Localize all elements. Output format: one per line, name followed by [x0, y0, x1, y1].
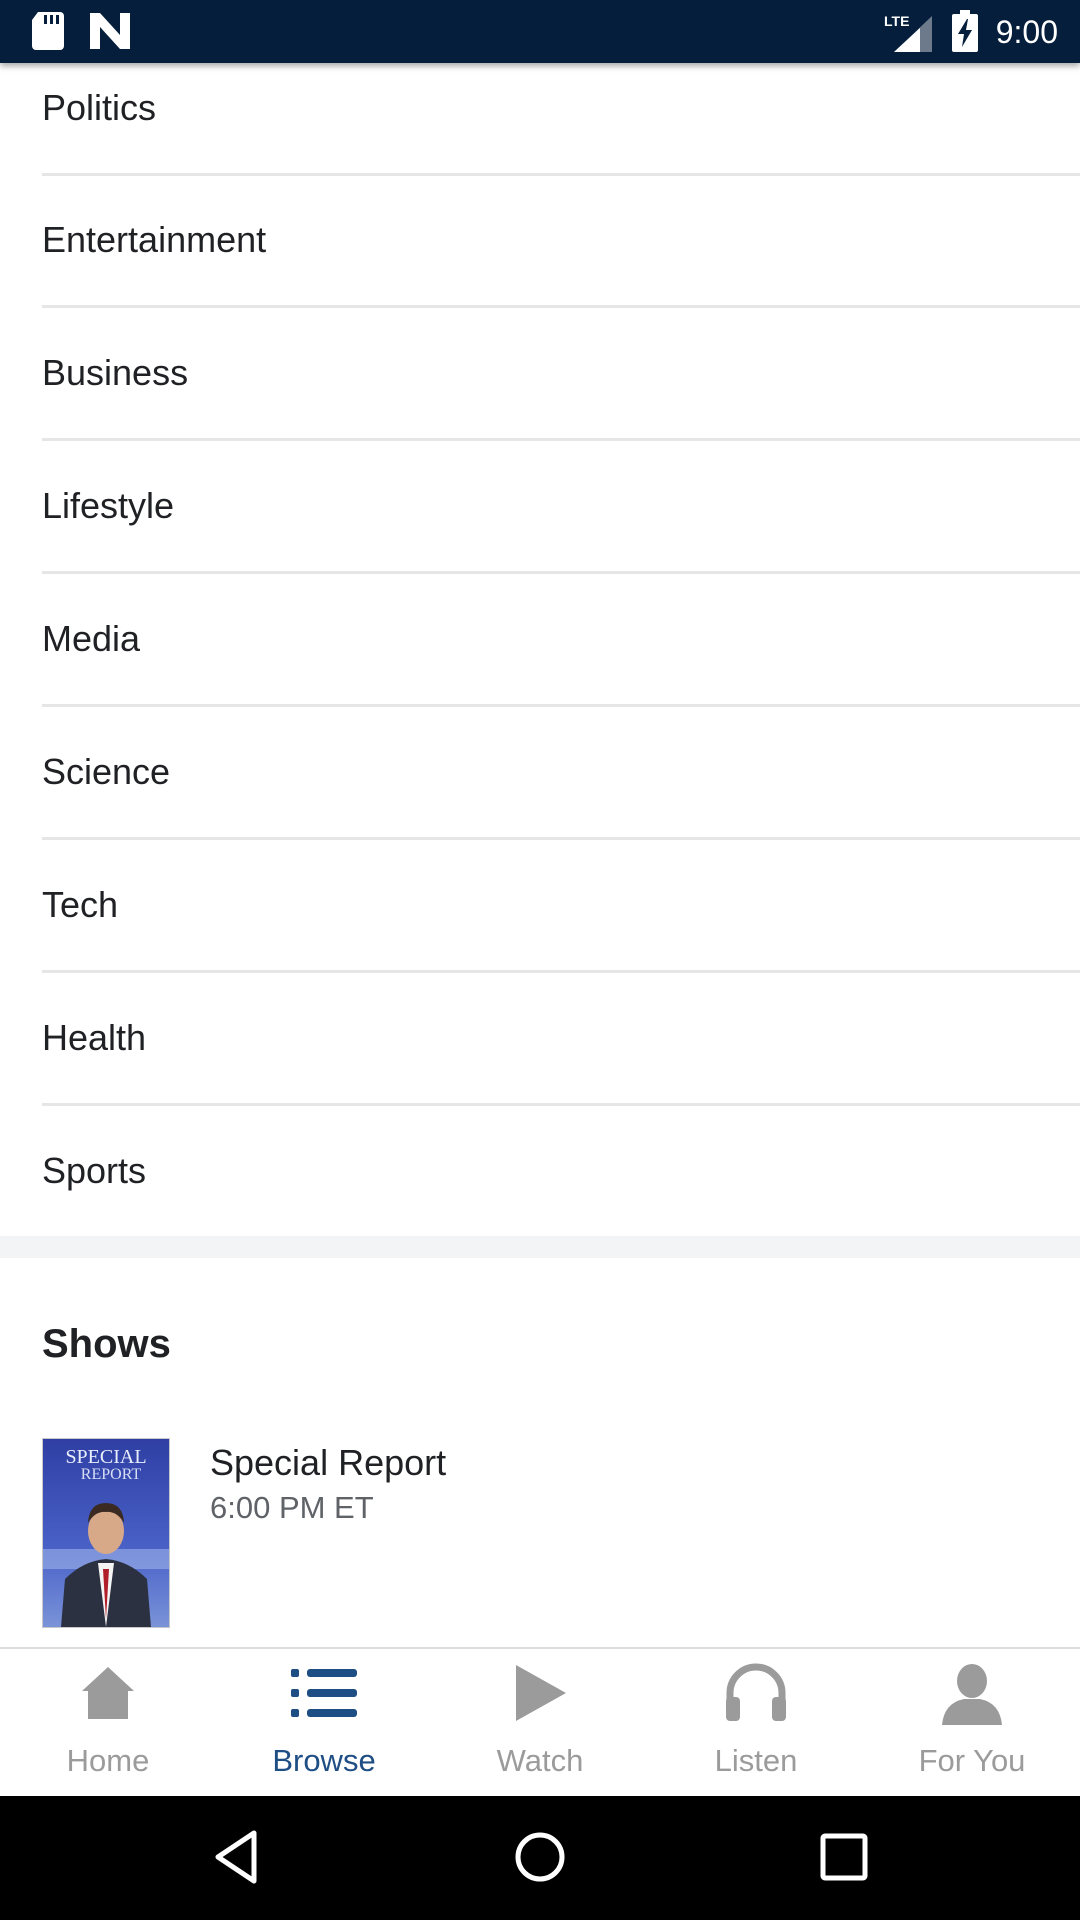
category-item-entertainment[interactable]: Entertainment	[42, 174, 1080, 308]
nav-item-browse[interactable]: Browse	[216, 1649, 432, 1796]
nav-label: Watch	[496, 1743, 584, 1778]
section-separator	[0, 1236, 1080, 1258]
show-name: Special Report	[210, 1442, 447, 1483]
person-icon	[864, 1663, 1080, 1727]
show-time: 6:00 PM ET	[210, 1490, 374, 1525]
home-icon	[0, 1663, 216, 1727]
play-icon	[432, 1663, 648, 1727]
category-label: Lifestyle	[42, 485, 175, 526]
category-item-health[interactable]: Health	[42, 972, 1080, 1106]
n-notification-icon	[90, 13, 130, 49]
category-item-media[interactable]: Media	[42, 573, 1080, 707]
show-thumbnail-art: SPECIAL REPORT	[43, 1439, 169, 1627]
nav-label: For You	[918, 1743, 1026, 1778]
list-icon	[216, 1663, 432, 1727]
category-label: Media	[42, 618, 141, 659]
category-item-tech[interactable]: Tech	[42, 839, 1080, 973]
sd-card-icon	[32, 12, 64, 50]
browse-screen: Politics Entertainment Business Lifestyl…	[0, 0, 1080, 1920]
home-circle-icon[interactable]	[510, 1827, 570, 1887]
nav-label: Browse	[272, 1743, 376, 1778]
nav-label: Home	[66, 1743, 150, 1778]
back-icon[interactable]	[206, 1827, 266, 1887]
thumb-title-text: SPECIAL	[65, 1446, 146, 1468]
category-label: Science	[42, 751, 171, 792]
battery-charging-icon	[952, 10, 978, 52]
show-thumbnail: SPECIAL REPORT	[42, 1438, 170, 1628]
shows-section-title: Shows	[42, 1322, 171, 1366]
headphones-icon	[648, 1663, 864, 1727]
nav-item-for-you[interactable]: For You	[864, 1649, 1080, 1796]
status-bar: LTE 9:00	[0, 0, 1080, 63]
thumb-subtitle-text: REPORT	[81, 1466, 142, 1483]
category-item-sports[interactable]: Sports	[42, 1105, 1080, 1237]
category-item-business[interactable]: Business	[42, 307, 1080, 441]
nav-item-watch[interactable]: Watch	[432, 1649, 648, 1796]
category-item-science[interactable]: Science	[42, 706, 1080, 840]
category-label: Tech	[42, 884, 119, 925]
svg-text:LTE: LTE	[884, 13, 909, 29]
status-time: 9:00	[995, 14, 1058, 50]
category-label: Sports	[42, 1150, 147, 1191]
bottom-navigation: Home Browse Watch Listen For You	[0, 1647, 1080, 1796]
system-navigation-bar	[0, 1794, 1080, 1920]
nav-item-listen[interactable]: Listen	[648, 1649, 864, 1796]
recents-icon[interactable]	[814, 1827, 874, 1887]
nav-label: Listen	[714, 1743, 798, 1778]
category-label: Business	[42, 352, 189, 393]
lte-signal-icon: LTE	[884, 13, 932, 52]
show-item-special-report[interactable]: SPECIAL REPORT Special Report 6:00 PM ET	[42, 1438, 1042, 1628]
category-item-lifestyle[interactable]: Lifestyle	[42, 440, 1080, 574]
nav-item-home[interactable]: Home	[0, 1649, 216, 1796]
category-label: Entertainment	[42, 219, 267, 260]
category-label: Health	[42, 1017, 147, 1058]
